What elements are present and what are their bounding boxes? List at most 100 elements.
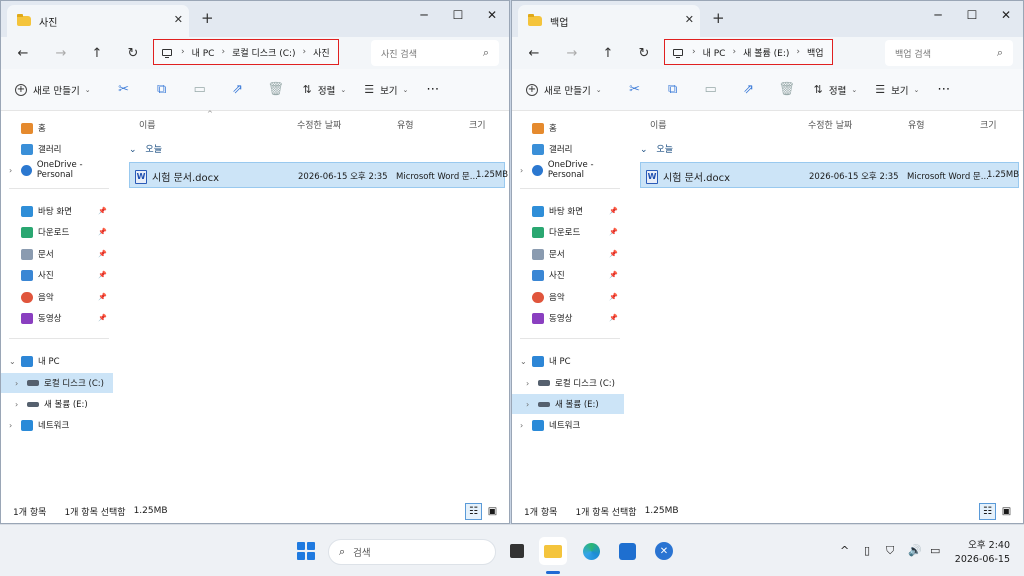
sidebar-item-music[interactable]: 음악 📌 bbox=[512, 287, 624, 307]
app-taskbar-button[interactable]: ✕ bbox=[650, 537, 678, 565]
file-explorer-taskbar-button[interactable] bbox=[539, 537, 567, 565]
sidebar-item-onedrive[interactable]: › OneDrive - Personal bbox=[1, 160, 113, 180]
copy-icon[interactable]: ⧉ bbox=[654, 82, 692, 97]
sidebar-item-this-pc[interactable]: ⌄ 내 PC bbox=[512, 351, 624, 371]
copy-icon[interactable]: ⧉ bbox=[143, 82, 181, 97]
sidebar-item-videos[interactable]: 동영상 📌 bbox=[1, 308, 113, 328]
tiles-view-icon[interactable]: ▣ bbox=[484, 503, 501, 520]
share-icon[interactable]: ⇗ bbox=[730, 82, 768, 97]
sidebar-item-desktop[interactable]: 바탕 화면 📌 bbox=[512, 201, 624, 221]
column-header-size[interactable]: 크기 bbox=[980, 118, 997, 131]
breadcrumb-root[interactable]: 내 PC bbox=[192, 46, 215, 59]
rename-icon[interactable]: ▭ bbox=[692, 82, 730, 97]
battery-icon[interactable]: ▭ bbox=[930, 544, 940, 557]
sort-button[interactable]: ⇅ 정렬 ⌄ bbox=[303, 83, 347, 97]
refresh-button[interactable]: ↻ bbox=[634, 43, 654, 63]
forward-button[interactable]: → bbox=[51, 43, 71, 63]
table-row[interactable]: 시험 문서.docx 2026-06-15 오후 2:35 Microsoft … bbox=[129, 162, 508, 188]
sidebar-item-home[interactable]: 홈 bbox=[1, 118, 113, 138]
task-view-button[interactable] bbox=[503, 537, 531, 565]
breadcrumb-folder[interactable]: 백업 bbox=[807, 46, 824, 59]
close-tab-icon[interactable]: ✕ bbox=[685, 13, 694, 26]
column-header-size[interactable]: 크기 bbox=[469, 118, 486, 131]
sidebar-item-network[interactable]: › 네트워크 bbox=[1, 415, 113, 435]
explorer-tab[interactable]: 백업 ✕ bbox=[518, 5, 700, 37]
column-header-type[interactable]: 유형 bbox=[397, 118, 414, 131]
details-view-icon[interactable]: ☷ bbox=[465, 503, 482, 520]
sidebar-item-gallery[interactable]: 갤러리 bbox=[512, 139, 624, 159]
share-icon[interactable]: ⇗ bbox=[219, 82, 257, 97]
back-button[interactable]: ← bbox=[524, 43, 544, 63]
cut-icon[interactable]: ✂ bbox=[616, 82, 654, 97]
view-button[interactable]: ☰ 보기 ⌄ bbox=[364, 83, 408, 97]
minimize-button[interactable]: ─ bbox=[921, 1, 955, 29]
more-options-icon[interactable]: ⋯ bbox=[937, 82, 950, 97]
up-button[interactable]: ↑ bbox=[87, 43, 107, 63]
chevron-right-icon[interactable]: › bbox=[526, 379, 529, 388]
sidebar-item-videos[interactable]: 동영상 📌 bbox=[512, 308, 624, 328]
delete-icon[interactable]: 🗑 bbox=[768, 82, 806, 97]
maximize-button[interactable]: ☐ bbox=[441, 1, 475, 29]
sidebar-item-downloads[interactable]: 다운로드 📌 bbox=[512, 222, 624, 242]
sidebar-item-local-disk[interactable]: › 로컬 디스크 (C:) bbox=[512, 373, 624, 393]
taskbar-search[interactable]: ⌕ 검색 bbox=[328, 539, 496, 565]
sidebar-item-this-pc[interactable]: ⌄ 내 PC bbox=[1, 351, 113, 371]
sidebar-item-pictures[interactable]: 사진 📌 bbox=[512, 265, 624, 285]
minimize-button[interactable]: ─ bbox=[407, 1, 441, 29]
sidebar-item-documents[interactable]: 문서 📌 bbox=[1, 244, 113, 264]
show-hidden-icons-icon[interactable]: ^ bbox=[840, 544, 849, 557]
back-button[interactable]: ← bbox=[13, 43, 33, 63]
chevron-right-icon[interactable]: › bbox=[526, 400, 529, 409]
breadcrumb-drive[interactable]: 로컬 디스크 (C:) bbox=[232, 46, 295, 59]
forward-button[interactable]: → bbox=[562, 43, 582, 63]
new-button[interactable]: + 새로 만들기 ⌄ bbox=[526, 83, 602, 97]
group-header[interactable]: ⌄ 오늘 bbox=[129, 142, 162, 155]
chevron-right-icon[interactable]: › bbox=[15, 400, 18, 409]
sidebar-item-pictures[interactable]: 사진 📌 bbox=[1, 265, 113, 285]
column-header-type[interactable]: 유형 bbox=[908, 118, 925, 131]
start-button[interactable] bbox=[297, 542, 315, 560]
sidebar-item-home[interactable]: 홈 bbox=[512, 118, 624, 138]
volume-icon[interactable]: 🔊 bbox=[908, 544, 922, 557]
address-bar[interactable]: › 내 PC › 로컬 디스크 (C:) › 사진 bbox=[153, 39, 339, 65]
refresh-button[interactable]: ↻ bbox=[123, 43, 143, 63]
column-header-name[interactable]: 이름 bbox=[650, 118, 667, 131]
chevron-right-icon[interactable]: › bbox=[15, 379, 18, 388]
column-header-name[interactable]: 이름 bbox=[139, 118, 156, 131]
details-view-icon[interactable]: ☷ bbox=[979, 503, 996, 520]
explorer-tab[interactable]: 사진 ✕ bbox=[7, 5, 189, 37]
sidebar-item-network[interactable]: › 네트워크 bbox=[512, 415, 624, 435]
chevron-right-icon[interactable]: › bbox=[520, 421, 523, 430]
sidebar-item-downloads[interactable]: 다운로드 📌 bbox=[1, 222, 113, 242]
rename-icon[interactable]: ▭ bbox=[181, 82, 219, 97]
search-input[interactable]: 사진 검색 ⌕ bbox=[371, 40, 499, 66]
sort-button[interactable]: ⇅ 정렬 ⌄ bbox=[814, 83, 858, 97]
column-header-modified[interactable]: 수정한 날짜 bbox=[808, 118, 852, 131]
breadcrumb-root[interactable]: 내 PC bbox=[703, 46, 726, 59]
edge-taskbar-button[interactable] bbox=[577, 537, 605, 565]
notification-icon[interactable]: ▯ bbox=[864, 544, 870, 557]
delete-icon[interactable]: 🗑 bbox=[257, 82, 295, 97]
chevron-right-icon[interactable]: › bbox=[520, 166, 523, 175]
close-tab-icon[interactable]: ✕ bbox=[174, 13, 183, 26]
sidebar-item-onedrive[interactable]: › OneDrive - Personal bbox=[512, 160, 624, 180]
sidebar-item-local-disk[interactable]: › 로컬 디스크 (C:) bbox=[1, 373, 113, 393]
clock[interactable]: 오후 2:40 2026-06-15 bbox=[955, 539, 1010, 567]
maximize-button[interactable]: ☐ bbox=[955, 1, 989, 29]
tiles-view-icon[interactable]: ▣ bbox=[998, 503, 1015, 520]
sidebar-item-documents[interactable]: 문서 📌 bbox=[512, 244, 624, 264]
view-button[interactable]: ☰ 보기 ⌄ bbox=[875, 83, 919, 97]
cut-icon[interactable]: ✂ bbox=[105, 82, 143, 97]
up-button[interactable]: ↑ bbox=[598, 43, 618, 63]
table-row[interactable]: 시험 문서.docx 2026-06-15 오후 2:35 Microsoft … bbox=[640, 162, 1019, 188]
sidebar-item-new-volume[interactable]: › 새 볼륨 (E:) bbox=[512, 394, 624, 414]
breadcrumb-drive[interactable]: 새 볼륨 (E:) bbox=[743, 46, 789, 59]
sidebar-item-gallery[interactable]: 갤러리 bbox=[1, 139, 113, 159]
sidebar-item-desktop[interactable]: 바탕 화면 📌 bbox=[1, 201, 113, 221]
new-button[interactable]: + 새로 만들기 ⌄ bbox=[15, 83, 91, 97]
column-header-modified[interactable]: 수정한 날짜 bbox=[297, 118, 341, 131]
address-bar[interactable]: › 내 PC › 새 볼륨 (E:) › 백업 bbox=[664, 39, 833, 65]
store-taskbar-button[interactable] bbox=[613, 537, 641, 565]
chevron-down-icon[interactable]: ⌄ bbox=[9, 357, 16, 366]
group-header[interactable]: ⌄ 오늘 bbox=[640, 142, 673, 155]
